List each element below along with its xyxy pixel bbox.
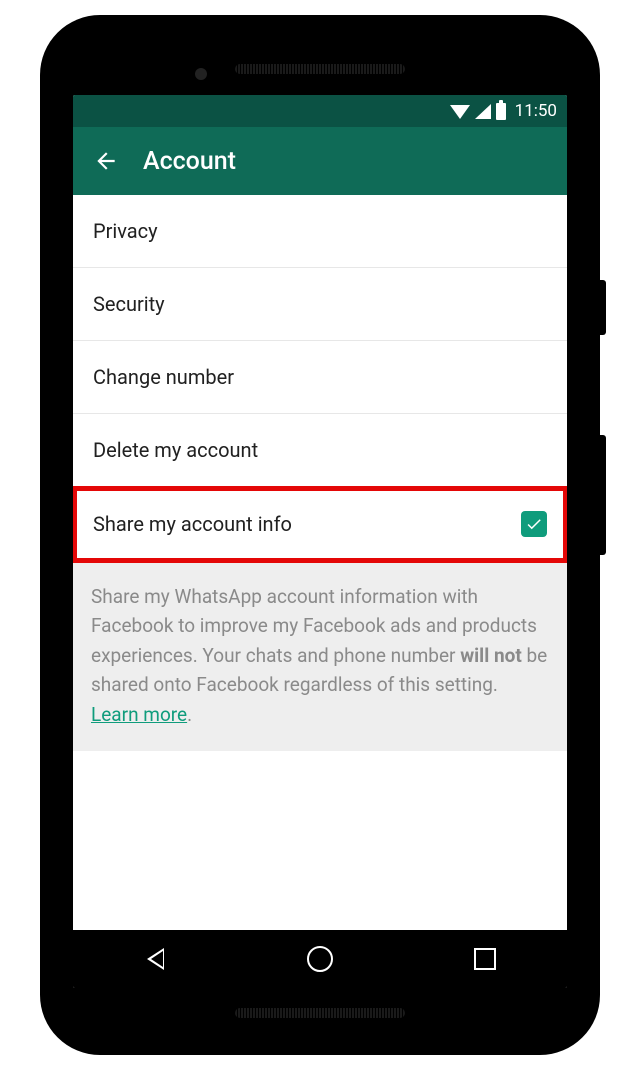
info-bold-text: will not	[460, 644, 522, 667]
status-bar: 11:50	[73, 95, 567, 127]
battery-icon	[496, 103, 506, 120]
menu-item-label: Delete my account	[93, 438, 258, 462]
app-bar: Account	[73, 127, 567, 195]
nav-recent-button[interactable]	[470, 944, 500, 974]
signal-icon	[475, 104, 491, 119]
speaker-grille-icon	[235, 1008, 405, 1018]
navigation-bar	[73, 930, 567, 988]
share-info-checkbox[interactable]	[521, 511, 547, 537]
square-recent-icon	[474, 948, 496, 970]
menu-item-security[interactable]: Security	[73, 268, 567, 341]
info-text: .	[187, 703, 192, 726]
back-button[interactable]	[93, 148, 119, 174]
speaker-grille-icon	[235, 64, 405, 74]
info-description: Share my WhatsApp account information wi…	[73, 562, 567, 751]
side-button	[600, 435, 606, 555]
menu-item-change-number[interactable]: Change number	[73, 341, 567, 414]
arrow-left-icon	[93, 148, 119, 174]
triangle-back-icon	[145, 946, 165, 972]
learn-more-link[interactable]: Learn more	[91, 703, 187, 726]
screen: 11:50 Account Privacy Security Cha	[73, 95, 567, 988]
content-area: Privacy Security Change number Delete my…	[73, 195, 567, 930]
checkmark-icon	[525, 515, 543, 533]
clock-time: 11:50	[515, 101, 557, 121]
page-title: Account	[143, 147, 236, 176]
menu-item-privacy[interactable]: Privacy	[73, 195, 567, 268]
menu-item-label: Privacy	[93, 219, 158, 243]
menu-item-label: Share my account info	[93, 512, 292, 536]
phone-device-frame: 11:50 Account Privacy Security Cha	[40, 15, 600, 1055]
wifi-icon	[450, 105, 470, 119]
menu-item-delete-account[interactable]: Delete my account	[73, 414, 567, 487]
circle-home-icon	[307, 946, 333, 972]
menu-item-label: Security	[93, 292, 165, 316]
nav-back-button[interactable]	[140, 944, 170, 974]
camera-icon	[195, 68, 207, 80]
menu-item-share-account-info[interactable]: Share my account info	[73, 487, 567, 562]
side-button	[600, 280, 606, 335]
nav-home-button[interactable]	[305, 944, 335, 974]
menu-item-label: Change number	[93, 365, 234, 389]
